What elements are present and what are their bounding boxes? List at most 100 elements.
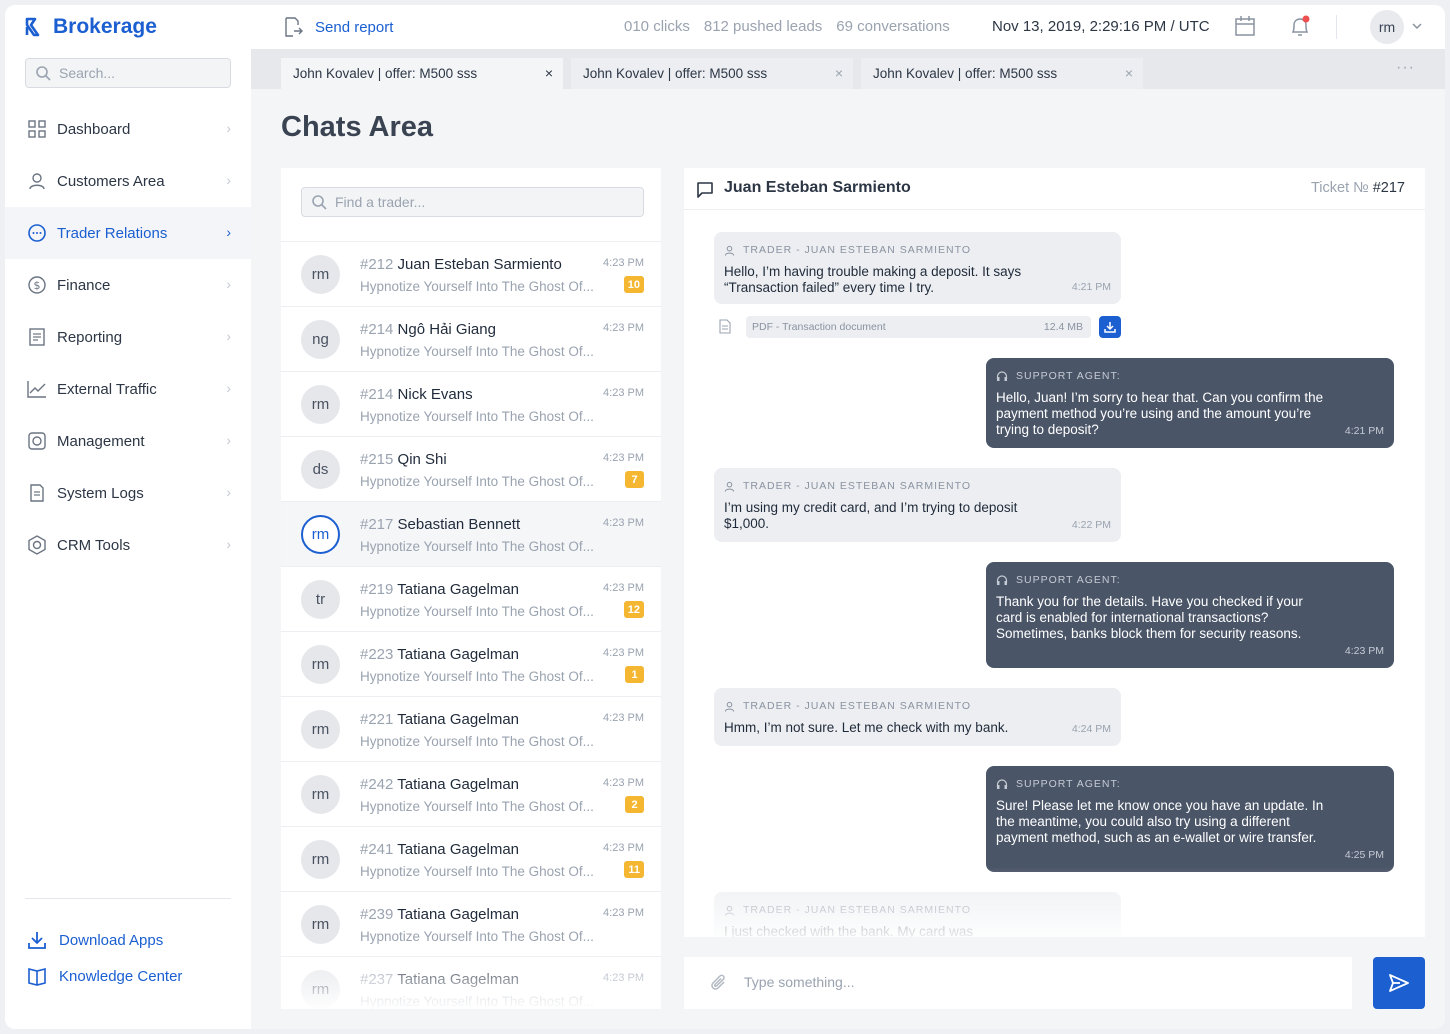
trader-name: Sebastian Bennett <box>397 516 521 533</box>
message-sender: SUPPORT AGENT: <box>996 776 1384 792</box>
chat-item-title: #239 Tatiana Gagelman <box>360 906 519 923</box>
chat-item-time: 4:23 PM <box>603 842 644 854</box>
ticket-label: Ticket № <box>1310 180 1369 196</box>
sidebar-item-crm-tools[interactable]: CRM Tools › <box>5 519 251 571</box>
sidebar-item-external-traffic[interactable]: External Traffic › <box>5 363 251 415</box>
ticket-id: #241 <box>360 841 394 858</box>
sidebar-item-finance[interactable]: $ Finance › <box>5 259 251 311</box>
calendar-button[interactable] <box>1234 15 1256 41</box>
message-agent: SUPPORT AGENT: Thank you for the details… <box>986 562 1394 668</box>
chat-list-item[interactable]: rm #214 Nick Evans 4:23 PM Hypnotize Yourse… <box>281 371 661 436</box>
chat-list-item[interactable]: rm #239 Tatiana Gagelman 4:23 PM Hypnotize … <box>281 891 661 956</box>
ticket-id: #219 <box>360 581 394 598</box>
message-text: Sure! Please let me know once you have a… <box>996 798 1324 845</box>
chat-list-item[interactable]: rm #237 Tatiana Gagelman 4:23 PM Hypnotize … <box>281 956 661 1009</box>
brand-name: Brokerage <box>53 15 157 38</box>
attachment-file[interactable]: PDF - Transaction document 12.4 MB <box>746 316 1091 338</box>
chat-list-item[interactable]: rm #221 Tatiana Gagelman 4:23 PM Hypnotize … <box>281 696 661 761</box>
chat-item-preview: Hypnotize Yourself Into The Ghost Of... <box>360 474 594 489</box>
download-apps-link[interactable]: Download Apps <box>27 930 163 950</box>
message-input[interactable]: Type something... <box>684 957 1352 1009</box>
unread-badge: 12 <box>623 601 644 618</box>
send-message-button[interactable] <box>1373 957 1425 1009</box>
sidebar-search-input[interactable]: Search... <box>25 58 231 88</box>
sender-label: TRADER - JUAN ESTEBAN SARMIENTO <box>743 244 971 256</box>
paperclip-icon[interactable] <box>710 973 728 993</box>
chat-list-item[interactable]: rm #217 Sebastian Bennett 4:23 PM Hypnotize… <box>281 501 661 566</box>
ticket-id: #217 <box>360 516 394 533</box>
download-apps-label: Download Apps <box>59 931 164 949</box>
avatar: rm <box>301 515 340 554</box>
chat-item-preview: Hypnotize Yourself Into The Ghost Of... <box>360 409 594 424</box>
sidebar: Brokerage Search... Dashboard › Customer… <box>5 5 251 1029</box>
knowledge-center-link[interactable]: Knowledge Center <box>27 966 182 986</box>
avatar: tr <box>301 580 340 619</box>
chat-list: rm #212 Juan Esteban Sarmiento 4:23 PM Hypn… <box>281 241 661 1009</box>
close-icon[interactable]: × <box>1125 65 1133 81</box>
attachment-name: PDF - Transaction document <box>752 321 886 333</box>
chevron-right-icon: › <box>226 328 231 344</box>
sidebar-item-customers-area[interactable]: Customers Area › <box>5 155 251 207</box>
message-text: Hmm, I’m not sure. Let me check with my … <box>724 720 1009 735</box>
user-menu-toggle[interactable] <box>1411 19 1423 36</box>
chat-item-preview: Hypnotize Yourself Into The Ghost Of... <box>360 669 594 684</box>
chevron-right-icon: › <box>226 432 231 448</box>
ticket-id: #214 <box>360 321 394 338</box>
chat-item-time: 4:23 PM <box>603 322 644 334</box>
chat-item-time: 4:23 PM <box>603 257 644 269</box>
chat-list-item[interactable]: rm #223 Tatiana Gagelman 4:23 PM Hypnotize … <box>281 631 661 696</box>
sidebar-item-trader-relations[interactable]: Trader Relations › <box>5 207 251 259</box>
sidebar-search-placeholder: Search... <box>59 65 116 81</box>
trader-name: Qin Shi <box>397 451 447 468</box>
pushed-leads-stat: 812 pushed leads <box>703 18 823 35</box>
chat-item-time: 4:23 PM <box>603 582 644 594</box>
sidebar-item-label: CRM Tools <box>57 536 131 554</box>
tab-chat-2[interactable]: John Kovalev | offer: M500 sss × <box>571 58 853 89</box>
sidebar-item-reporting[interactable]: Reporting › <box>5 311 251 363</box>
trader-name: Tatiana Gagelman <box>397 841 520 858</box>
ticket-id: #214 <box>360 386 394 403</box>
chart-line-icon <box>27 379 47 399</box>
brand-logo[interactable]: Brokerage <box>25 15 157 39</box>
send-report-label: Send report <box>315 18 394 36</box>
chevron-right-icon: › <box>226 172 231 188</box>
chat-item-title: #237 Tatiana Gagelman <box>360 971 519 988</box>
avatar: ng <box>301 320 340 359</box>
more-tabs-icon[interactable]: ··· <box>1396 59 1415 77</box>
user-icon <box>724 481 735 492</box>
send-report-icon <box>285 17 303 37</box>
sender-label: SUPPORT AGENT: <box>1016 574 1121 586</box>
chat-item-preview: Hypnotize Yourself Into The Ghost Of... <box>360 864 594 879</box>
chat-item-time: 4:23 PM <box>603 972 644 984</box>
sidebar-item-system-logs[interactable]: System Logs › <box>5 467 251 519</box>
notifications-button[interactable] <box>1288 15 1312 43</box>
tab-label: John Kovalev | offer: M500 sss <box>873 66 1058 81</box>
grid-icon <box>27 119 47 139</box>
ticket-id: #239 <box>360 906 394 923</box>
message-time: 4:23 PM <box>1344 645 1384 657</box>
tab-chat-1[interactable]: John Kovalev | offer: M500 sss × <box>281 58 563 89</box>
avatar: ds <box>301 450 340 489</box>
chat-list-item[interactable]: tr #219 Tatiana Gagelman 4:23 PM Hypnotize … <box>281 566 661 631</box>
chat-list-item[interactable]: rm #241 Tatiana Gagelman 4:23 PM Hypnotize … <box>281 826 661 891</box>
chat-item-title: #242 Tatiana Gagelman <box>360 776 519 793</box>
sender-label: TRADER - JUAN ESTEBAN SARMIENTO <box>743 904 971 916</box>
file-icon <box>719 319 731 334</box>
find-trader-input[interactable]: Find a trader... <box>301 187 644 217</box>
close-icon[interactable]: × <box>545 65 553 81</box>
chat-list-item[interactable]: rm #212 Juan Esteban Sarmiento 4:23 PM Hypn… <box>281 241 661 306</box>
chat-list-item[interactable]: ng #214 Ngô Hải Giang 4:23 PM Hypnotize You… <box>281 306 661 371</box>
send-icon <box>1389 974 1409 992</box>
tab-chat-3[interactable]: John Kovalev | offer: M500 sss × <box>861 58 1143 89</box>
trader-name: Tatiana Gagelman <box>397 646 520 663</box>
stats-summary: 010 clicks 812 pushed leads 69 conversat… <box>624 18 950 35</box>
send-report-button[interactable]: Send report <box>283 17 393 37</box>
chat-item-preview: Hypnotize Yourself Into The Ghost Of... <box>360 734 594 749</box>
chat-list-item[interactable]: ds #215 Qin Shi 4:23 PM Hypnotize Yourself … <box>281 436 661 501</box>
user-avatar[interactable]: rm <box>1370 10 1404 44</box>
close-icon[interactable]: × <box>835 65 843 81</box>
sidebar-item-dashboard[interactable]: Dashboard › <box>5 103 251 155</box>
sidebar-item-management[interactable]: Management › <box>5 415 251 467</box>
download-attachment-button[interactable] <box>1099 316 1121 338</box>
chat-list-item[interactable]: rm #242 Tatiana Gagelman 4:23 PM Hypnotize … <box>281 761 661 826</box>
